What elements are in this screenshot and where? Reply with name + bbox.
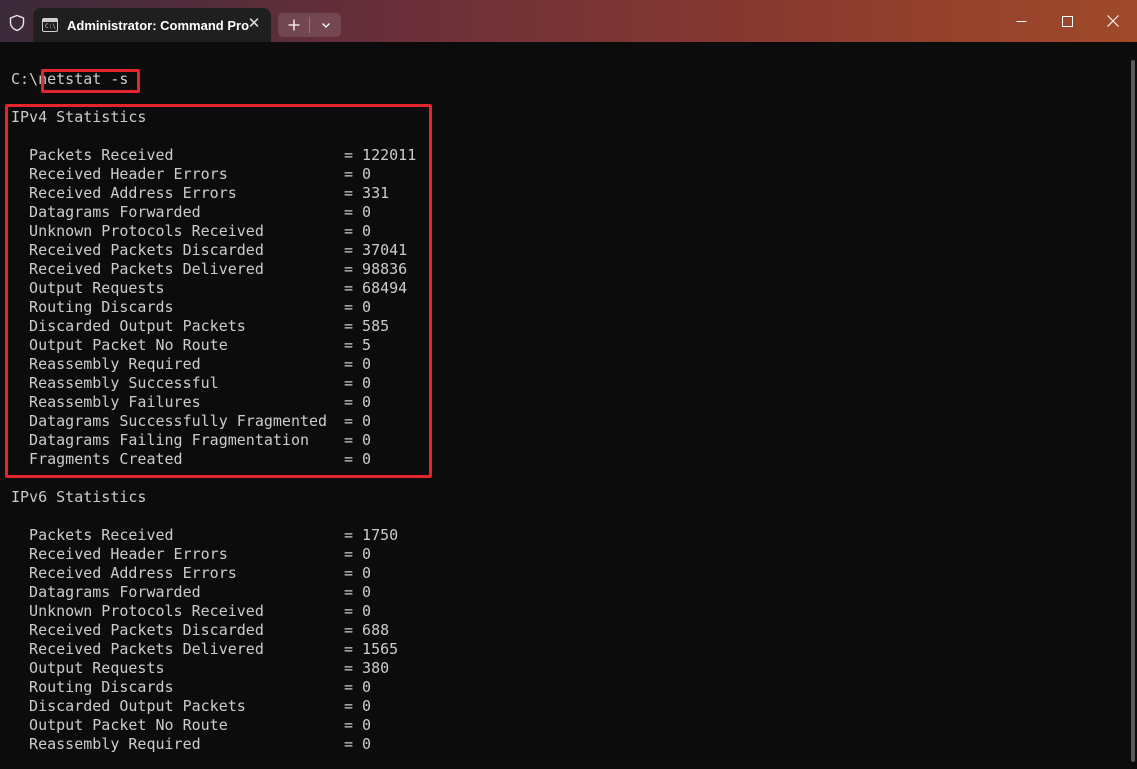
ipv6-stat-row: Packets Received = 1750 (11, 526, 398, 545)
profile-dropdown-button[interactable] (310, 13, 341, 37)
stat-value: = 1750 (344, 526, 399, 544)
maximize-icon (1061, 15, 1073, 27)
stat-value: = 0 (344, 564, 372, 582)
tab-actions (278, 13, 341, 37)
command-prompt-icon: C:\ (42, 18, 58, 32)
stat-value: = 0 (344, 545, 372, 563)
stat-label: Reassembly Required (11, 735, 201, 753)
ipv6-stat-row: Received Packets Discarded = 688 (11, 621, 389, 640)
tab-title: Administrator: Command Pro (67, 17, 250, 33)
chevron-down-icon (321, 23, 330, 28)
stat-label: Discarded Output Packets (11, 697, 246, 715)
tab-close-icon[interactable]: ✕ (247, 16, 261, 31)
stat-label: Packets Received (11, 526, 174, 544)
stat-label: Output Requests (11, 659, 165, 677)
stat-value: = 380 (344, 659, 390, 677)
command-highlight-box (41, 69, 140, 93)
ipv6-stat-row: Received Address Errors = 0 (11, 564, 371, 583)
ipv6-stat-row: Received Packets Delivered = 1565 (11, 640, 398, 659)
stat-value: = 0 (344, 583, 372, 601)
title-bar: C:\ Administrator: Command Pro ✕ (0, 0, 1137, 42)
stat-value: = 1565 (344, 640, 399, 658)
shield-icon (9, 14, 25, 32)
ipv6-stat-row: Unknown Protocols Received = 0 (11, 602, 371, 621)
minimize-button[interactable] (996, 0, 1046, 42)
close-icon (1107, 15, 1119, 27)
stat-value: = 0 (344, 735, 372, 753)
maximize-button[interactable] (1042, 0, 1092, 42)
stat-value: = 688 (344, 621, 390, 639)
stat-label: Received Address Errors (11, 564, 237, 582)
stat-label: Unknown Protocols Received (11, 602, 264, 620)
stat-label: Routing Discards (11, 678, 174, 696)
stat-label: Datagrams Forwarded (11, 583, 201, 601)
stat-label: Received Header Errors (11, 545, 228, 563)
plus-icon (288, 19, 299, 31)
stat-value: = 0 (344, 602, 372, 620)
ipv6-stat-row: Received Header Errors = 0 (11, 545, 371, 564)
ipv6-stat-row: Routing Discards = 0 (11, 678, 371, 697)
ipv6-stat-row: Discarded Output Packets = 0 (11, 697, 371, 716)
terminal-output[interactable]: C:\netstat -s IPv4 Statistics Packets Re… (0, 42, 1137, 769)
stat-value: = 0 (344, 697, 372, 715)
stat-label: Received Packets Delivered (11, 640, 264, 658)
tab-command-prompt[interactable]: C:\ Administrator: Command Pro ✕ (33, 8, 271, 42)
ipv4-highlight-box (5, 104, 432, 478)
stat-label: Output Packet No Route (11, 716, 228, 734)
stat-label: Received Packets Discarded (11, 621, 264, 639)
new-tab-button[interactable] (278, 13, 309, 37)
prompt-text: C:\ (11, 70, 39, 88)
minimize-icon (1016, 20, 1026, 22)
ipv6-stat-row: Output Requests = 380 (11, 659, 389, 678)
ipv6-stat-row: Datagrams Forwarded = 0 (11, 583, 371, 602)
close-window-button[interactable] (1088, 0, 1137, 42)
command-prompt-icon-text: C:\ (45, 23, 56, 30)
ipv6-stat-row: Reassembly Required = 0 (11, 735, 371, 754)
stat-value: = 0 (344, 716, 372, 734)
scrollbar[interactable] (1131, 60, 1135, 762)
ipv6-stat-row: Output Packet No Route = 0 (11, 716, 371, 735)
stat-value: = 0 (344, 678, 372, 696)
ipv6-heading: IPv6 Statistics (11, 488, 147, 506)
